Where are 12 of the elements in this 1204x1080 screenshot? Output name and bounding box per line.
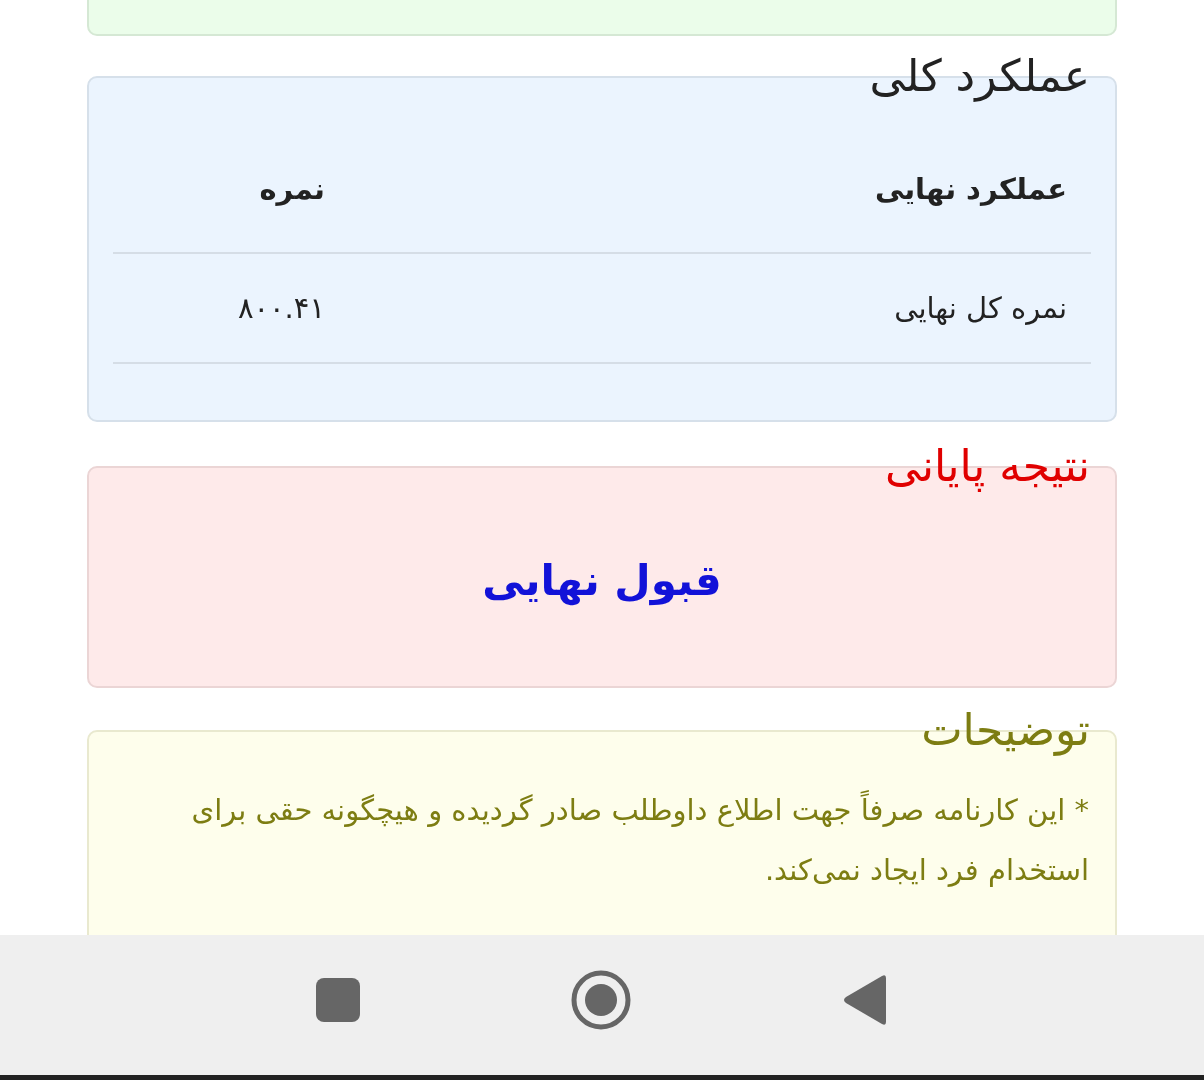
section-title: توضیحات <box>920 703 1091 758</box>
table-cell: ۸۰۰.۴۱ <box>113 253 349 363</box>
home-icon[interactable] <box>570 969 632 1031</box>
table-cell: نمره کل نهایی <box>349 253 1091 363</box>
recents-icon[interactable] <box>316 978 360 1022</box>
column-header: عملکرد نهایی <box>349 126 1091 253</box>
back-icon[interactable] <box>842 974 888 1026</box>
column-header: نمره <box>113 126 349 253</box>
section-title: عملکرد کلی <box>868 49 1091 104</box>
note-text: * این کارنامه صرفاً جهت اطلاع داوطلب صادر گردیده و هیچگونه حقی برای استخدام فرد ایجاد نمی‌کند. <box>109 780 1089 900</box>
result-text: قبول نهایی <box>482 555 722 605</box>
section-title: نتیجه پایانی <box>884 439 1091 494</box>
